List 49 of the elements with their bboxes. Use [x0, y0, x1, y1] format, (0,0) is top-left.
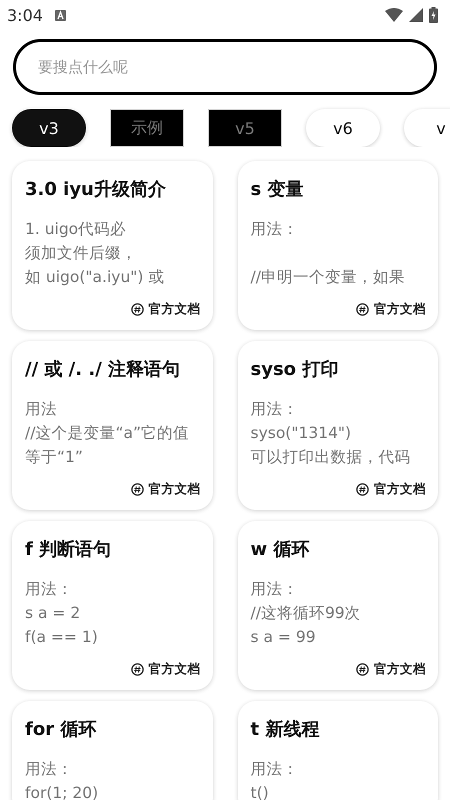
docs-link[interactable]: 官方文档	[356, 479, 426, 500]
search-field[interactable]: 要搜点什么呢	[13, 39, 437, 95]
card-text: 用法：	[25, 759, 74, 780]
card-text: 用法：	[25, 579, 74, 600]
card-title: syso 打印	[250, 358, 340, 381]
card-title: f 判断语句	[25, 538, 112, 561]
docs-link[interactable]: 官方文档	[356, 299, 426, 320]
card-text: syso("1314")	[250, 423, 352, 444]
card-text: t()	[250, 783, 270, 800]
card-background[interactable]: s 变量 用法： //申明一个变量，如果 官方文档	[238, 161, 438, 330]
tab[interactable]: v	[404, 109, 450, 147]
card-text: for(1; 20)	[25, 783, 100, 800]
docs-link[interactable]: 官方文档	[130, 659, 200, 680]
card-title: 3.0 iyu升级简介	[25, 178, 167, 201]
card-text: 用法：	[250, 579, 300, 600]
card-text: //这将循环99次	[250, 603, 362, 624]
tab[interactable]: v5	[208, 109, 282, 147]
card-text: f(a == 1)	[25, 627, 99, 648]
card-background[interactable]: t 新线程 用法： t()	[238, 701, 438, 800]
card-text: 用法：	[250, 399, 300, 420]
card-background[interactable]: for 循环 用法： for(1; 20)	[12, 701, 212, 800]
tab[interactable]: v3	[12, 109, 86, 147]
card-background[interactable]: f 判断语句 用法： s a = 2 f(a == 1) 官方文档	[12, 521, 212, 690]
card-text: 可以打印出数据，代码	[250, 447, 412, 468]
card-background[interactable]: syso 打印 用法： syso("1314") 可以打印出数据，代码 官方文档	[238, 341, 438, 510]
card-text: s a = 2	[25, 603, 82, 624]
card-title: w 循环	[250, 538, 310, 561]
card-text: s a = 99	[250, 627, 317, 648]
card-background[interactable]: // 或 /. ./ 注释语句 用法 //这个是变量“a”它的值 等于“1” 官方文档	[12, 341, 212, 510]
card-title: s 变量	[250, 178, 304, 201]
status-time: 3:04	[7, 6, 43, 24]
card-text: //这个是变量“a”它的值	[25, 423, 190, 444]
card-text: 如 uigo("a.iyu") 或	[25, 267, 166, 288]
card-text: 用法	[25, 399, 58, 420]
card-background[interactable]: w 循环 用法： //这将循环99次 s a = 99 官方文档	[238, 521, 438, 690]
card-background[interactable]: 3.0 iyu升级简介 1. uigo代码必 须加文件后缀， 如 uigo("a.iyu") 或 官方文档	[12, 161, 212, 330]
docs-link[interactable]: 官方文档	[356, 659, 426, 680]
card-text: 1. uigo代码必	[25, 219, 128, 240]
card-title: // 或 /. ./ 注释语句	[25, 358, 182, 381]
card-title: t 新线程	[250, 718, 320, 741]
docs-link[interactable]: 官方文档	[130, 479, 200, 500]
card-text: 用法：	[250, 759, 300, 780]
card-text: 等于“1”	[25, 447, 84, 468]
card-text: 用法： //申明一个变量，如果	[250, 219, 406, 288]
tab[interactable]: v6	[306, 109, 380, 147]
card-title: for 循环	[25, 718, 98, 741]
tab[interactable]: 示例	[110, 109, 184, 147]
docs-link[interactable]: 官方文档	[130, 299, 200, 320]
card-text: 须加文件后缀，	[25, 243, 138, 264]
